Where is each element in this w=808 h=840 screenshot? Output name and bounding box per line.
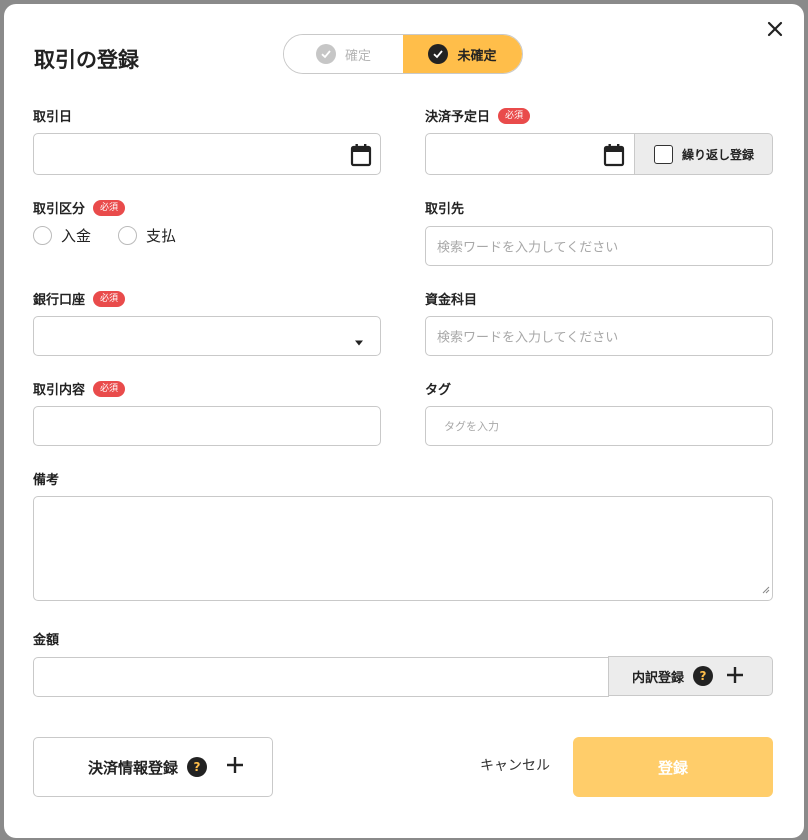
toggle-unconfirmed-label: 未確定 [457,48,497,64]
resize-handle-icon[interactable] [762,579,770,598]
repeat-register-label: 繰り返し登録 [682,147,755,162]
radio-circle[interactable] [118,226,137,245]
settlement-info-label: 決済情報登録 [88,758,179,777]
description-label: 取引内容 必須 [33,379,126,398]
tags-placeholder: タグを入力 [444,420,499,433]
counterparty-label: 取引先 [425,198,464,217]
settlement-date-label-text: 決済予定日 [425,110,491,125]
notes-label-text: 備考 [33,473,60,488]
help-icon[interactable]: ? [187,757,208,777]
toggle-confirmed[interactable]: 確定 [284,35,403,73]
description-label-text: 取引内容 [33,383,86,398]
radio-circle[interactable] [33,226,52,245]
amount-label-text: 金額 [33,633,60,648]
transaction-date-input[interactable] [33,133,381,175]
breakdown-register-button[interactable]: 内訳登録 ? [608,656,773,696]
required-badge: 必須 [93,380,126,397]
status-toggle: 確定 未確定 [283,34,523,74]
close-icon[interactable] [764,18,786,40]
repeat-register-toggle[interactable]: 繰り返し登録 [634,133,773,175]
tags-label-text: タグ [425,383,452,398]
bank-account-label: 銀行口座 必須 [33,289,126,308]
settlement-date-label: 決済予定日 必須 [425,106,531,125]
calendar-icon[interactable] [350,143,372,171]
required-badge: 必須 [93,290,126,307]
repeat-register-checkbox[interactable] [654,144,673,164]
bank-account-select[interactable] [33,316,381,356]
bank-account-label-text: 銀行口座 [33,293,86,308]
radio-deposit-label: 入金 [61,227,92,245]
radio-deposit[interactable]: 入金 [33,225,91,246]
plus-icon [226,756,244,778]
help-icon[interactable]: ? [693,666,714,686]
tags-input[interactable]: タグを入力 [425,406,773,446]
toggle-unconfirmed[interactable]: 未確定 [403,35,522,73]
check-circle-icon [428,44,449,64]
transaction-date-label-text: 取引日 [33,110,73,125]
amount-label: 金額 [33,629,59,648]
settlement-date-input[interactable] [425,133,635,175]
transaction-type-label: 取引区分 必須 [33,198,126,217]
check-circle-icon [315,44,336,64]
modal-title: 取引の登録 [34,48,139,72]
required-badge: 必須 [498,107,531,124]
fund-category-label: 資金科目 [425,289,477,308]
fund-category-placeholder: 検索ワードを入力してください [437,330,619,346]
counterparty-placeholder: 検索ワードを入力してください [437,240,619,256]
notes-label: 備考 [33,469,59,488]
transaction-date-label: 取引日 [33,106,72,125]
submit-button[interactable]: 登録 [573,737,773,797]
transaction-modal: 取引の登録 確定 未確定 取引日 決済予定日 必須 繰り返し登録 取引区分 必須… [4,4,804,838]
description-input[interactable] [33,406,381,446]
transaction-type-label-text: 取引区分 [33,202,86,217]
counterparty-label-text: 取引先 [425,202,465,217]
cancel-button[interactable]: キャンセル [480,755,550,775]
toggle-confirmed-label: 確定 [344,48,371,64]
plus-icon [726,666,744,686]
calendar-icon[interactable] [603,143,625,171]
fund-category-label-text: 資金科目 [425,293,478,308]
caret-down-icon [354,332,364,351]
fund-category-search-input[interactable]: 検索ワードを入力してください [425,316,773,356]
radio-payment-label: 支払 [146,227,177,245]
counterparty-search-input[interactable]: 検索ワードを入力してください [425,226,773,266]
tags-label: タグ [425,379,451,398]
notes-textarea[interactable] [33,496,773,601]
breakdown-register-label: 内訳登録 [632,670,685,686]
amount-input[interactable] [33,657,609,697]
required-badge: 必須 [93,199,126,216]
settlement-info-button[interactable]: 決済情報登録 ? [33,737,273,797]
radio-payment[interactable]: 支払 [118,225,176,246]
